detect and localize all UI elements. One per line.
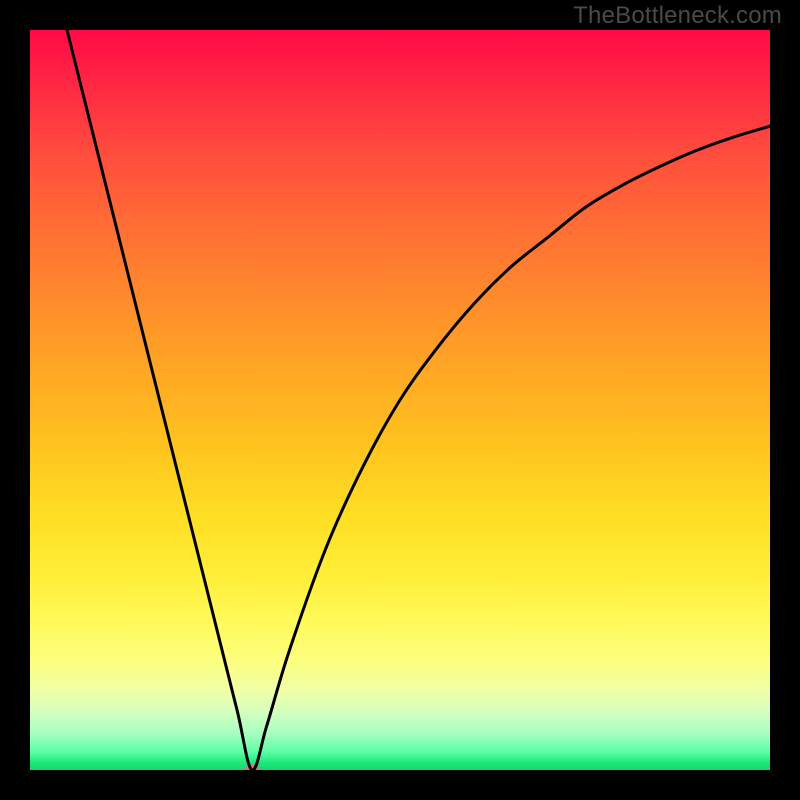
bottleneck-curve bbox=[30, 30, 770, 770]
plot-area bbox=[30, 30, 770, 770]
chart-frame: TheBottleneck.com bbox=[0, 0, 800, 800]
watermark-text: TheBottleneck.com bbox=[573, 2, 782, 30]
